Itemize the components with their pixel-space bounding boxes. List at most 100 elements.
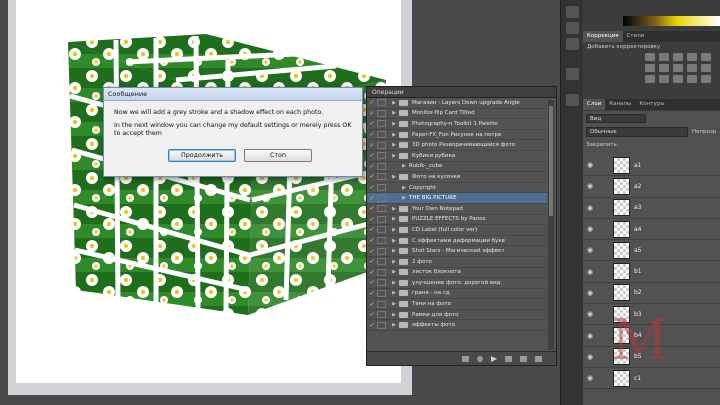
invert-icon[interactable] [645,75,655,83]
eye-icon[interactable]: ◉ [583,161,597,169]
eye-icon[interactable]: ◉ [583,374,597,382]
threshold-icon[interactable] [673,75,683,83]
actions-scrollbar[interactable] [548,100,554,350]
eye-icon[interactable]: ◉ [583,332,597,340]
eye-icon[interactable]: ◉ [583,310,597,318]
info-icon[interactable] [566,68,579,80]
expand-triangle-icon[interactable]: ▶ [389,174,399,180]
expand-triangle-icon[interactable]: ▶ [399,163,409,169]
tab-paths[interactable]: Контуры [635,99,668,110]
vibrance-icon[interactable] [701,53,711,61]
toggle-check-icon[interactable]: ✓ [367,99,377,106]
eye-icon[interactable]: ◉ [583,268,597,276]
layer-name[interactable]: a3 [634,204,642,211]
toggle-check-icon[interactable]: ✓ [367,163,377,170]
dialog-toggle-icon[interactable] [377,279,386,287]
expand-triangle-icon[interactable]: ▶ [389,142,399,148]
tab-styles[interactable]: Стили [623,31,649,42]
dialog-toggle-icon[interactable] [377,184,386,192]
toggle-check-icon[interactable]: ✓ [367,195,377,202]
layer-row[interactable]: ◉ a4 [583,218,720,241]
document-canvas[interactable] [16,0,401,383]
channel-mixer-icon[interactable] [701,64,711,72]
expand-triangle-icon[interactable]: ▶ [389,153,399,159]
expand-triangle-icon[interactable]: ▶ [389,259,399,265]
toggle-check-icon[interactable]: ✓ [367,205,377,212]
toggle-check-icon[interactable]: ✓ [367,110,377,117]
expand-triangle-icon[interactable]: ▶ [389,110,399,116]
layer-row[interactable]: ◉ a5 [583,240,720,262]
dialog-toggle-icon[interactable] [377,99,386,107]
layer-name[interactable]: b1 [634,268,642,275]
dialog-toggle-icon[interactable] [377,109,386,117]
gradient-map-icon[interactable] [687,75,697,83]
expand-triangle-icon[interactable]: ▶ [389,238,399,244]
toggle-check-icon[interactable]: ✓ [367,311,377,318]
eye-icon[interactable]: ◉ [583,353,597,361]
actions-icon[interactable] [566,94,579,106]
toggle-check-icon[interactable]: ✓ [367,131,377,138]
action-row[interactable]: ✓ ▶ Магазин - Layers Down upgrade Angle [367,98,547,109]
action-row[interactable]: ✓ ▶ Рамки для фото [367,310,547,321]
dialog-toggle-icon[interactable] [377,173,386,181]
play-icon[interactable] [491,355,497,362]
layer-name[interactable]: a1 [634,162,642,169]
layer-name[interactable]: a5 [634,247,642,254]
toggle-check-icon[interactable]: ✓ [367,237,377,244]
layer-row[interactable]: ◉ a1 [583,155,720,177]
toggle-check-icon[interactable]: ✓ [367,173,377,180]
layer-row[interactable]: ◉ b1 [583,261,720,283]
eye-icon[interactable]: ◉ [583,182,597,190]
action-row[interactable]: ✓ ▶ улучшение фото: дорогой вид [367,278,547,289]
layer-row[interactable]: ◉ a3 [583,197,720,219]
character-icon[interactable] [566,38,579,50]
stop-recording-icon[interactable] [462,355,469,362]
dialog-toggle-icon[interactable] [377,268,386,276]
action-row[interactable]: ✓ ▶ Тени на фото [367,299,547,310]
expand-triangle-icon[interactable]: ▶ [389,269,399,275]
scroll-thumb[interactable] [549,106,553,216]
record-icon[interactable] [477,355,483,362]
photo-filter-icon[interactable] [687,64,697,72]
action-row[interactable]: ✓ ▶ Rubik-_cube [367,162,547,173]
action-row[interactable]: ✓ ▶ Shot Stars - Магический эффект [367,246,547,257]
tab-adjustments[interactable]: Коррекция [583,31,623,42]
levels-icon[interactable] [659,53,669,61]
action-row[interactable]: ✓ ▶ CD Label (full color ver) [367,225,547,236]
trash-icon[interactable] [535,355,542,362]
dialog-toggle-icon[interactable] [377,162,386,170]
tab-channels[interactable]: Каналы [605,99,635,110]
action-row[interactable]: ✓ ▶ PUZZLE EFFECTS by Panos [367,215,547,226]
toggle-check-icon[interactable]: ✓ [367,269,377,276]
toggle-check-icon[interactable]: ✓ [367,248,377,255]
toggle-check-icon[interactable]: ✓ [367,184,377,191]
actions-tab[interactable]: Операции [367,87,556,98]
dialog-toggle-icon[interactable] [377,194,386,202]
expand-triangle-icon[interactable]: ▶ [389,290,399,296]
action-row[interactable]: ✓ ▶ 2 фото [367,257,547,268]
layer-row[interactable]: ◉ b2 [583,282,720,305]
eye-icon[interactable]: ◉ [583,204,597,212]
dialog-toggle-icon[interactable] [377,237,386,245]
layer-row[interactable]: ◉ a2 [583,176,720,198]
expand-triangle-icon[interactable]: ▶ [389,301,399,307]
dialog-toggle-icon[interactable] [377,300,386,308]
new-set-icon[interactable] [505,355,512,362]
layer-name[interactable]: b2 [634,289,642,296]
brush-icon[interactable] [566,22,579,34]
history-icon[interactable] [566,6,579,18]
toggle-check-icon[interactable]: ✓ [367,322,377,329]
action-row[interactable]: ✓ ▶ эффекты фото [367,320,547,332]
bw-icon[interactable] [673,64,683,72]
color-balance-icon[interactable] [659,64,669,72]
action-row[interactable]: ✓ ▶ листок блокнота [367,268,547,279]
dialog-toggle-icon[interactable] [377,321,386,329]
action-row[interactable]: ✓ ▶ Фото на кусочки [367,172,547,183]
expand-triangle-icon[interactable]: ▶ [389,248,399,254]
expand-triangle-icon[interactable]: ▶ [389,216,399,222]
curves-icon[interactable] [673,53,683,61]
dialog-toggle-icon[interactable] [377,258,386,266]
action-row[interactable]: ✓ ▶ 3D photo Разворачивающийся фото [367,140,547,151]
action-row[interactable]: ✓ ▶ Photography-n Toolkit 1 Palette [367,119,547,130]
action-row[interactable]: ✓ ▶ С эффектами деформации букв [367,236,547,247]
